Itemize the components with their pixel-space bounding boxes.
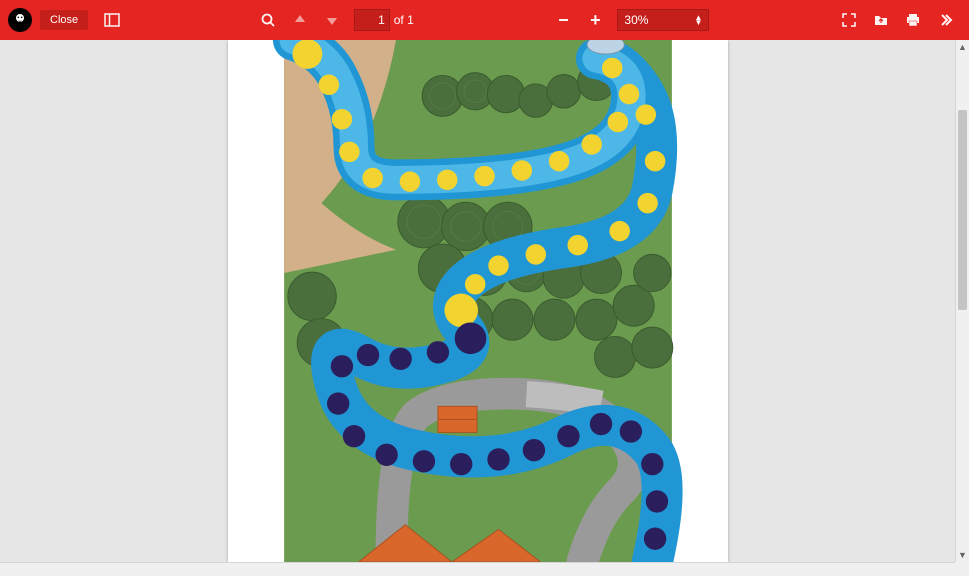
chevron-updown-icon: ▲▼ <box>694 15 702 25</box>
document-viewport <box>0 40 955 562</box>
page-number-input[interactable] <box>354 9 390 31</box>
vertical-scrollbar[interactable]: ▲ ▼ <box>955 40 969 562</box>
page-count-label: of 1 <box>394 13 414 27</box>
print-icon[interactable] <box>897 4 929 36</box>
scroll-up-icon[interactable]: ▲ <box>956 40 969 54</box>
close-button[interactable]: Close <box>40 10 88 30</box>
scroll-corner <box>955 562 969 576</box>
next-page-icon[interactable] <box>316 4 348 36</box>
pdf-page <box>228 40 728 562</box>
monkey-logo-icon <box>8 8 32 32</box>
open-file-icon[interactable] <box>865 4 897 36</box>
zoom-value: 30% <box>624 13 648 27</box>
search-icon[interactable] <box>252 4 284 36</box>
zoom-out-icon[interactable]: − <box>547 4 579 36</box>
prev-page-icon[interactable] <box>284 4 316 36</box>
scroll-down-icon[interactable]: ▼ <box>956 548 969 562</box>
zoom-select[interactable]: 30% ▲▼ <box>617 9 709 31</box>
page-artwork <box>270 40 686 562</box>
sidebar-toggle-icon[interactable] <box>96 4 128 36</box>
more-tools-icon[interactable] <box>929 4 961 36</box>
pdf-toolbar: Close of 1 − + 30% ▲▼ <box>0 0 969 40</box>
zoom-in-icon[interactable]: + <box>579 4 611 36</box>
scroll-thumb[interactable] <box>958 110 967 310</box>
horizontal-scrollbar[interactable] <box>0 562 955 576</box>
fullscreen-icon[interactable] <box>833 4 865 36</box>
